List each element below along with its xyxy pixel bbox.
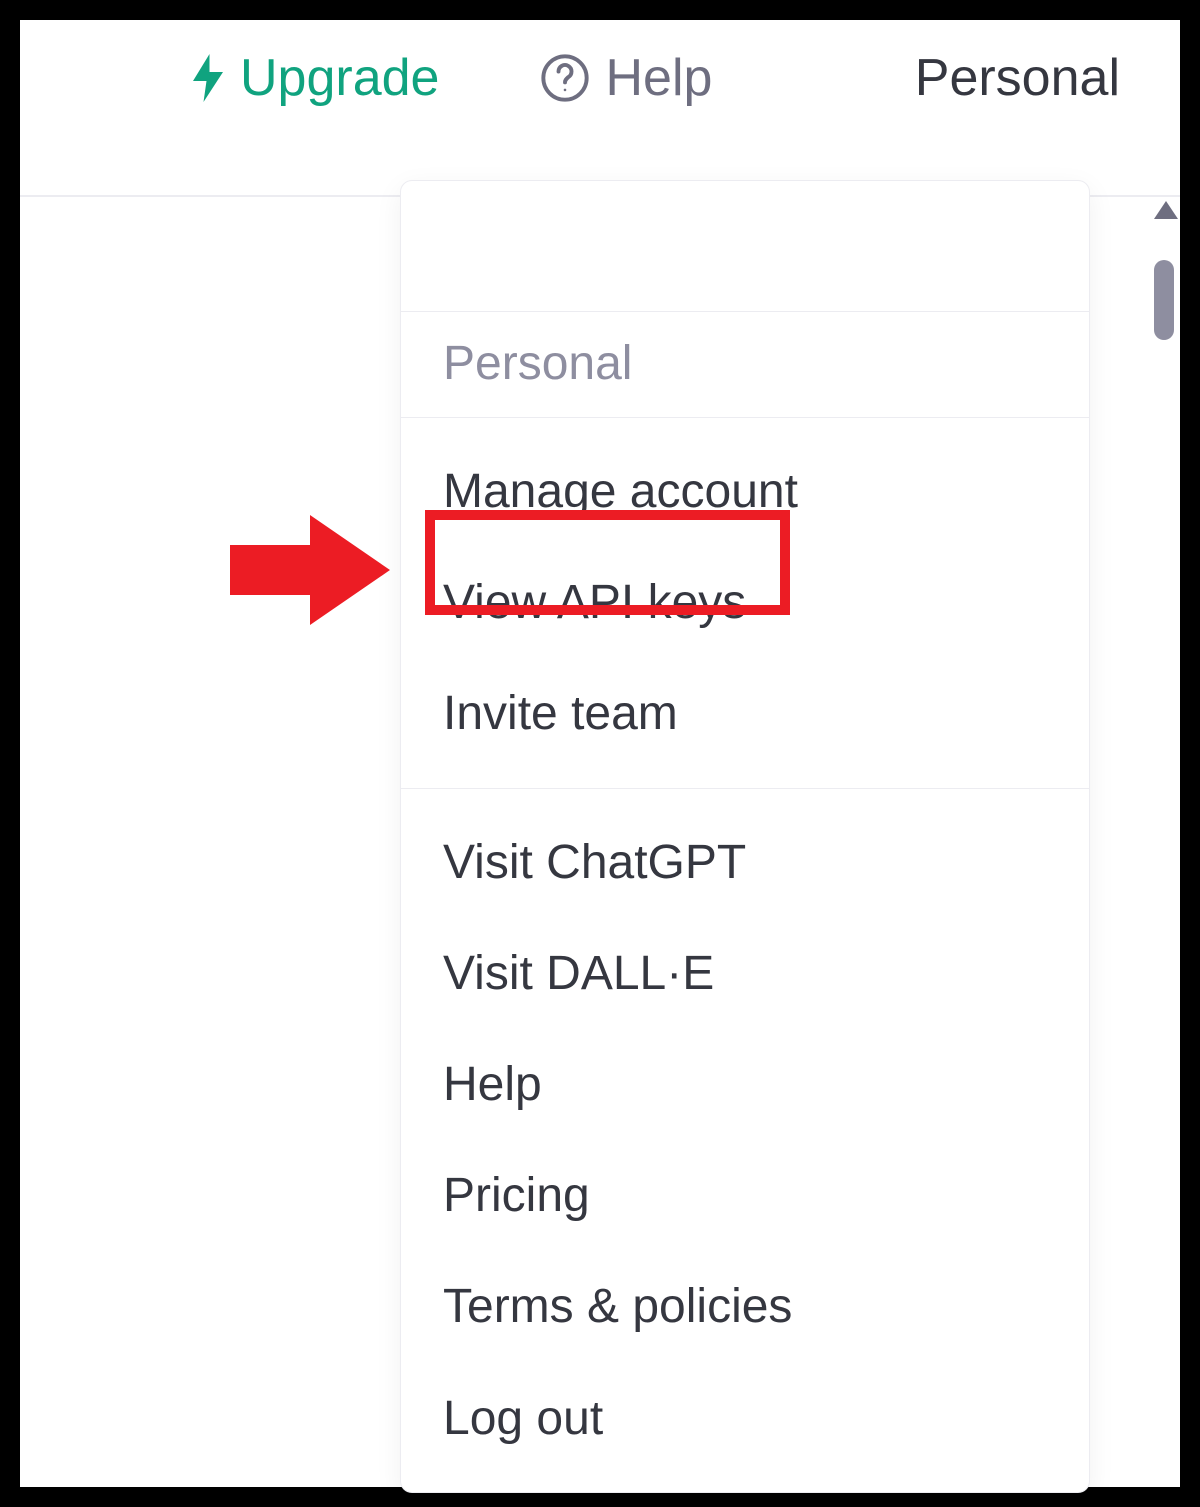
menu-item-visit-dalle[interactable]: Visit DALL·E	[401, 918, 1089, 1029]
scroll-up-icon	[1154, 201, 1178, 219]
scrollbar[interactable]	[1148, 195, 1180, 1487]
menu-item-log-out[interactable]: Log out	[401, 1363, 1089, 1474]
menu-group-links: Visit ChatGPT Visit DALL·E Help Pricing …	[401, 789, 1089, 1492]
personal-label: Personal	[915, 49, 1120, 107]
account-menu-trigger[interactable]: Personal	[915, 48, 1120, 108]
account-dropdown-menu: Personal Manage account View API keys In…	[400, 180, 1090, 1493]
menu-item-visit-chatgpt[interactable]: Visit ChatGPT	[401, 807, 1089, 918]
upgrade-label: Upgrade	[240, 48, 439, 108]
menu-item-terms-policies[interactable]: Terms & policies	[401, 1251, 1089, 1362]
bolt-icon	[190, 53, 226, 103]
screenshot-frame: Upgrade Help Personal Personal	[0, 0, 1200, 1507]
menu-item-help[interactable]: Help	[401, 1029, 1089, 1140]
annotation-arrow	[230, 515, 390, 630]
help-button[interactable]: Help	[539, 48, 712, 108]
upgrade-button[interactable]: Upgrade	[190, 48, 439, 108]
top-bar: Upgrade Help Personal	[20, 20, 1180, 148]
menu-item-view-api-keys[interactable]: View API keys	[401, 547, 1089, 658]
menu-section-title: Personal	[401, 311, 1089, 418]
menu-item-invite-team[interactable]: Invite team	[401, 658, 1089, 769]
menu-group-account: Manage account View API keys Invite team	[401, 418, 1089, 789]
question-circle-icon	[539, 52, 591, 104]
menu-header-space	[401, 181, 1089, 311]
menu-item-manage-account[interactable]: Manage account	[401, 436, 1089, 547]
content-area: Upgrade Help Personal Personal	[20, 20, 1180, 1487]
menu-item-pricing[interactable]: Pricing	[401, 1140, 1089, 1251]
help-label: Help	[605, 48, 712, 108]
scroll-thumb[interactable]	[1154, 260, 1174, 340]
